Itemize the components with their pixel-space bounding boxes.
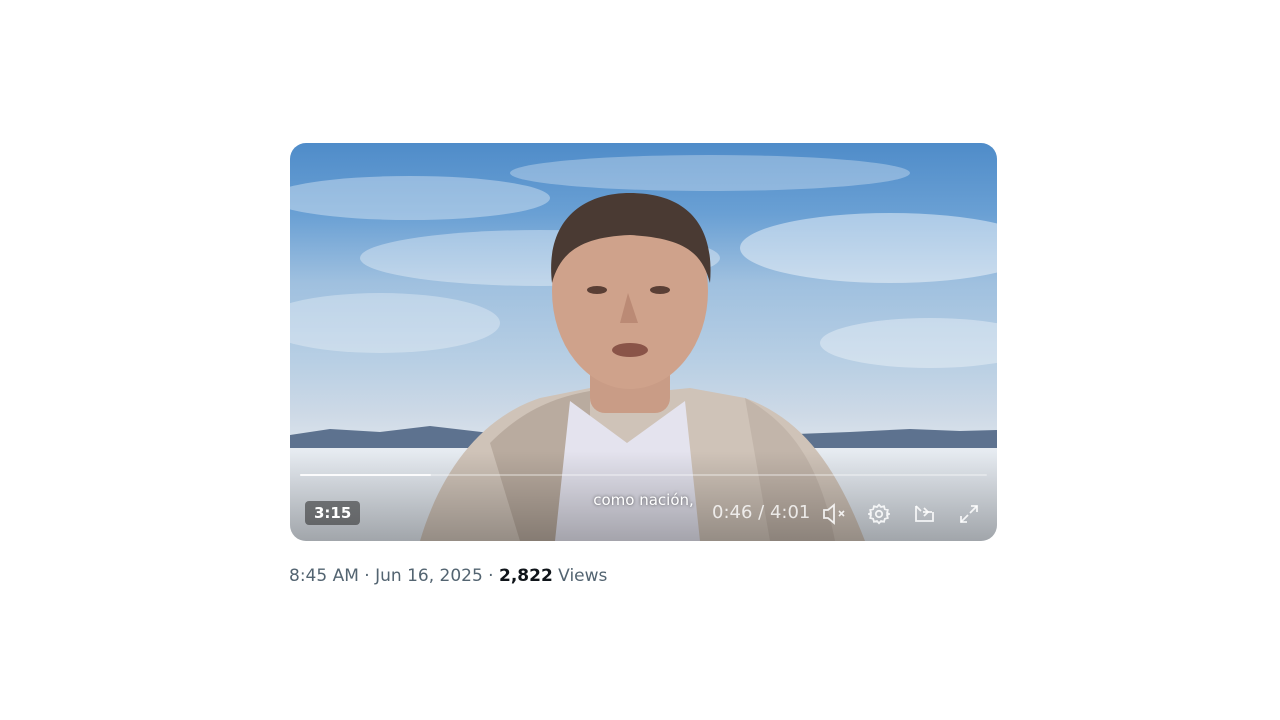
post-meta: 8:45 AM · Jun 16, 2025 · 2,822 Views — [289, 566, 607, 586]
time-separator: / — [752, 502, 770, 523]
settings-button[interactable] — [865, 500, 893, 528]
fullscreen-button[interactable] — [955, 500, 983, 528]
meta-separator: · — [482, 566, 499, 586]
views-label: Views — [552, 566, 608, 586]
picture-in-picture-button[interactable] — [911, 500, 939, 528]
meta-separator: · — [358, 566, 376, 586]
gear-icon — [868, 503, 890, 525]
progress-bar[interactable] — [300, 474, 987, 476]
post-time[interactable]: 8:45 AM — [289, 566, 359, 586]
current-time: 0:46 — [712, 502, 753, 523]
post-date[interactable]: Jun 16, 2025 — [375, 566, 483, 586]
views-count: 2,822 — [499, 566, 553, 586]
mute-button[interactable] — [821, 500, 849, 528]
progress-bar-fill — [300, 474, 431, 476]
expand-icon — [960, 505, 978, 523]
total-time: 4:01 — [769, 502, 811, 523]
time-display: 0:46 / 4:01 — [712, 502, 810, 523]
video-player[interactable]: 3:15 como nación, 0:46 / 4:01 — [290, 143, 997, 541]
speaker-muted-icon — [823, 503, 845, 525]
picture-in-picture-icon — [915, 505, 934, 522]
